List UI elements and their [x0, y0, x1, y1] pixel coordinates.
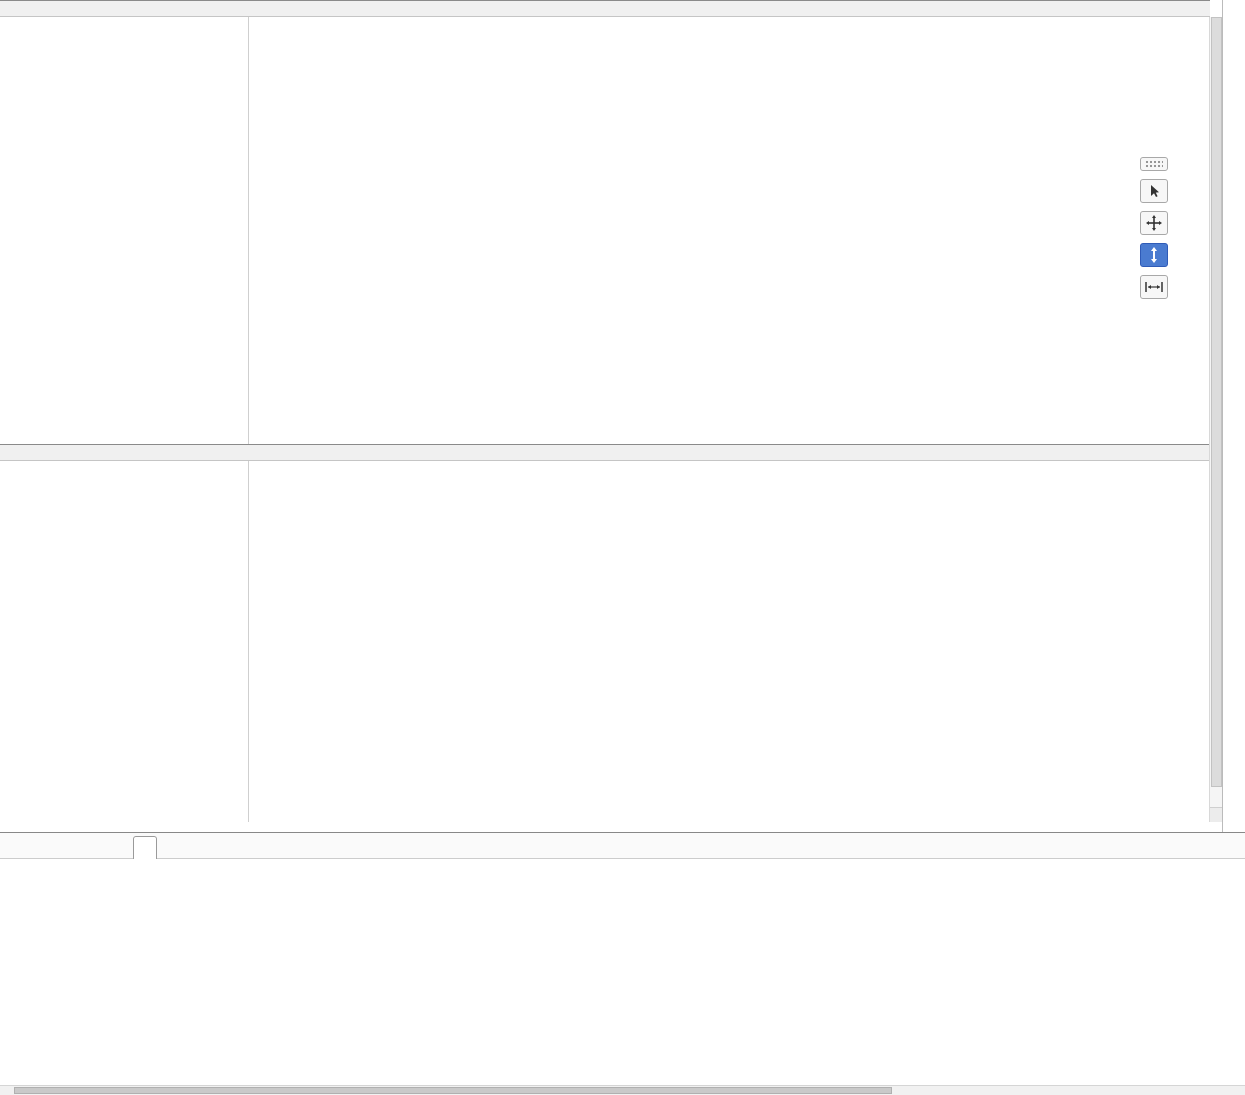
timing-tool-button[interactable]: [1140, 275, 1168, 299]
details-panel: [0, 832, 1245, 1085]
cpu-process-header[interactable]: [0, 444, 1210, 461]
timing-span-icon: [1145, 281, 1163, 293]
tool-palette: [1140, 157, 1172, 307]
track-label-divider: [248, 0, 249, 822]
scroll-down-icon[interactable]: [1210, 807, 1222, 822]
zoom-tool-button[interactable]: [1140, 243, 1168, 267]
drag-handle-icon[interactable]: [1140, 157, 1168, 171]
trace-viewer-window: [0, 0, 1245, 1095]
pan-tool-button[interactable]: [1140, 211, 1168, 235]
grip-dots-icon: [1145, 160, 1163, 168]
details-fields: [0, 833, 1245, 1085]
vertical-scrollbar-thumb[interactable]: [1211, 17, 1222, 787]
horizontal-scrollbar[interactable]: [0, 1085, 1245, 1095]
pan-arrows-icon: [1146, 215, 1162, 231]
horizontal-scrollbar-thumb[interactable]: [14, 1087, 892, 1094]
side-tab-rail: [1222, 0, 1245, 832]
selection-tool-button[interactable]: [1140, 179, 1168, 203]
timeline-tracks: [0, 0, 1210, 822]
vertical-scrollbar[interactable]: [1209, 17, 1222, 822]
cursor-arrow-icon: [1147, 184, 1161, 198]
zoom-vertical-arrow-icon: [1148, 247, 1160, 263]
gpu-process-header[interactable]: [0, 0, 1210, 17]
